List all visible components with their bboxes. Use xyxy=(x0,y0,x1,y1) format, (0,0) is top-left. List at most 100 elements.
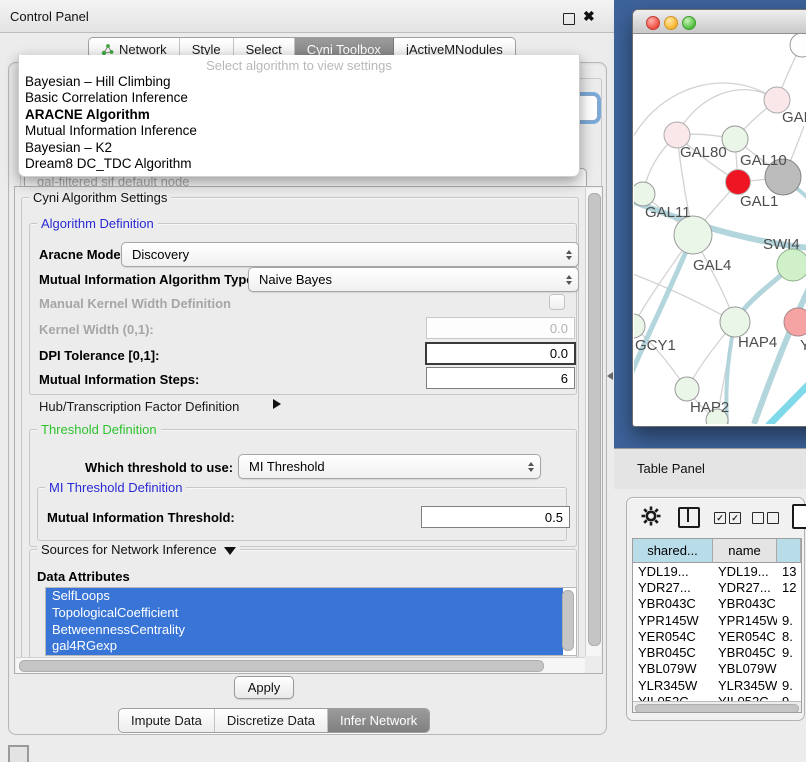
dropdown-item[interactable]: Bayesian – Hill Climbing xyxy=(19,74,579,90)
mi-steps-value: 6 xyxy=(561,371,568,386)
vertical-scrollbar[interactable] xyxy=(585,188,601,656)
list-scrollbar-thumb[interactable] xyxy=(562,590,574,651)
collapse-arrow-icon[interactable] xyxy=(224,547,236,555)
attribute-list-item[interactable]: TopologicalCoefficient xyxy=(46,605,563,622)
network-node[interactable] xyxy=(790,34,806,57)
network-node[interactable] xyxy=(720,307,750,337)
table-row[interactable]: YDR27...YDR27...12 xyxy=(633,579,801,595)
table-cell[interactable]: YBR045C xyxy=(713,644,777,660)
table-row[interactable]: YBR043CYBR043C xyxy=(633,596,801,612)
column-header[interactable]: shared... xyxy=(633,539,713,563)
aracne-mode-value: Discovery xyxy=(132,247,189,262)
table-cell[interactable]: YER054C xyxy=(713,628,777,644)
dropdown-item[interactable]: Dream8 DC_TDC Algorithm xyxy=(19,156,579,172)
network-node[interactable] xyxy=(674,216,712,254)
data-attributes-list[interactable]: SelfLoopsTopologicalCoefficientBetweenne… xyxy=(45,587,577,656)
float-window-icon[interactable] xyxy=(563,13,575,25)
table-cell[interactable]: 9. xyxy=(777,677,801,693)
mi-type-combo[interactable]: Naive Bayes xyxy=(248,267,579,292)
table-cell[interactable]: YDR27... xyxy=(713,579,777,595)
unchecked-checkbox-icon[interactable] xyxy=(752,512,764,524)
table-horizontal-scrollbar[interactable] xyxy=(633,701,801,713)
network-node[interactable] xyxy=(675,377,699,401)
dropdown-item[interactable]: Mutual Information Inference xyxy=(19,123,579,139)
bottom-tab-infer-network[interactable]: Infer Network xyxy=(328,709,429,732)
dpi-tolerance-label: DPI Tolerance [0,1]: xyxy=(39,348,159,363)
which-threshold-combo[interactable]: MI Threshold xyxy=(238,454,541,479)
checked-checkbox-icon[interactable]: ✓ xyxy=(714,512,726,524)
network-node[interactable] xyxy=(634,314,645,338)
minimize-traffic-light-icon[interactable] xyxy=(664,16,678,30)
panel-splitter-arrow[interactable] xyxy=(607,372,613,380)
table-row[interactable]: YIL052CYIL052C9 xyxy=(633,693,801,701)
gear-icon[interactable] xyxy=(641,506,661,526)
file-icon[interactable] xyxy=(792,504,806,529)
column-header[interactable] xyxy=(777,539,801,563)
table-cell[interactable]: YDR27... xyxy=(633,579,713,595)
bottom-tab-discretize-data[interactable]: Discretize Data xyxy=(215,709,328,732)
table-cell[interactable]: YLR345W xyxy=(713,677,777,693)
vertical-scrollbar-thumb[interactable] xyxy=(588,193,601,646)
table-cell[interactable]: YLR345W xyxy=(633,677,713,693)
table-cell[interactable]: 13 xyxy=(777,563,801,579)
table-scrollbar-thumb[interactable] xyxy=(635,704,799,713)
table-row[interactable]: YBR045CYBR045C9. xyxy=(633,644,801,660)
dropdown-item[interactable]: Basic Correlation Inference xyxy=(19,90,579,106)
attribute-list-item[interactable]: SelfLoops xyxy=(46,588,563,605)
table-cell[interactable]: YBR043C xyxy=(633,596,713,612)
table-cell[interactable]: 9. xyxy=(777,612,801,628)
table-cell[interactable]: YIL052C xyxy=(633,693,713,701)
apply-button[interactable]: Apply xyxy=(234,676,294,699)
zoom-traffic-light-icon[interactable] xyxy=(682,16,696,30)
network-node[interactable] xyxy=(634,182,655,206)
mi-threshold-field[interactable]: 0.5 xyxy=(421,506,570,528)
network-node[interactable] xyxy=(777,249,806,281)
unchecked-checkbox-icon[interactable] xyxy=(767,512,779,524)
kernel-width-field[interactable]: 0.0 xyxy=(426,317,575,339)
network-canvas[interactable]: GALGAL80GAL10GAL1GAL11GAL4SWI4GCY1HAP4YH… xyxy=(634,34,806,424)
attribute-list-item[interactable]: BetweennessCentrality xyxy=(46,622,563,639)
column-header[interactable]: name xyxy=(713,539,777,563)
aracne-mode-combo[interactable]: Discovery xyxy=(121,242,579,267)
table-row[interactable]: YPR145WYPR145W9. xyxy=(633,612,801,628)
table-cell[interactable]: YPR145W xyxy=(633,612,713,628)
manual-kernel-checkbox[interactable] xyxy=(549,294,565,310)
table-cell[interactable] xyxy=(777,596,801,612)
dpi-tolerance-field[interactable]: 0.0 xyxy=(425,342,576,365)
node-attribute-table[interactable]: shared...name YDL19...YDL19...13YDR27...… xyxy=(632,538,802,713)
close-icon[interactable]: ✖ xyxy=(583,8,595,25)
bottom-tab-impute-data[interactable]: Impute Data xyxy=(119,709,215,732)
mi-steps-field[interactable]: 6 xyxy=(426,367,575,389)
horizontal-scrollbar-thumb[interactable] xyxy=(19,660,544,672)
checked-checkbox-icon[interactable]: ✓ xyxy=(729,512,741,524)
table-cell[interactable]: YPR145W xyxy=(713,612,777,628)
columns-icon[interactable] xyxy=(678,507,700,528)
table-cell[interactable]: YDL19... xyxy=(633,563,713,579)
horizontal-scrollbar[interactable] xyxy=(16,657,585,673)
table-cell[interactable]: 9. xyxy=(777,644,801,660)
table-row[interactable]: YLR345WYLR345W9. xyxy=(633,677,801,693)
network-node[interactable] xyxy=(726,170,751,195)
table-row[interactable]: YDL19...YDL19...13 xyxy=(633,563,801,579)
table-cell[interactable]: YBL079W xyxy=(713,661,777,677)
table-cell[interactable]: YER054C xyxy=(633,628,713,644)
table-cell[interactable] xyxy=(777,661,801,677)
table-row[interactable]: YBL079WYBL079W xyxy=(633,661,801,677)
dropdown-item[interactable]: Bayesian – K2 xyxy=(19,140,579,156)
table-cell[interactable]: YBR043C xyxy=(713,596,777,612)
collapsed-panel-icon[interactable] xyxy=(8,745,29,762)
expand-arrow-icon[interactable] xyxy=(273,399,281,409)
close-traffic-light-icon[interactable] xyxy=(646,16,660,30)
attribute-list-item[interactable]: gal4RGexp xyxy=(46,638,563,655)
network-view-window[interactable]: GALGAL80GAL10GAL1GAL11GAL4SWI4GCY1HAP4YH… xyxy=(632,9,806,427)
table-cell[interactable]: YDL19... xyxy=(713,563,777,579)
dropdown-item[interactable]: ARACNE Algorithm xyxy=(19,107,579,123)
table-cell[interactable]: YIL052C xyxy=(713,693,777,701)
table-cell[interactable]: 12 xyxy=(777,579,801,595)
table-row[interactable]: YER054CYER054C8. xyxy=(633,628,801,644)
table-cell[interactable]: YBR045C xyxy=(633,644,713,660)
table-cell[interactable]: 9 xyxy=(777,693,801,701)
data-attributes-label: Data Attributes xyxy=(37,569,130,584)
table-cell[interactable]: YBL079W xyxy=(633,661,713,677)
table-cell[interactable]: 8. xyxy=(777,628,801,644)
